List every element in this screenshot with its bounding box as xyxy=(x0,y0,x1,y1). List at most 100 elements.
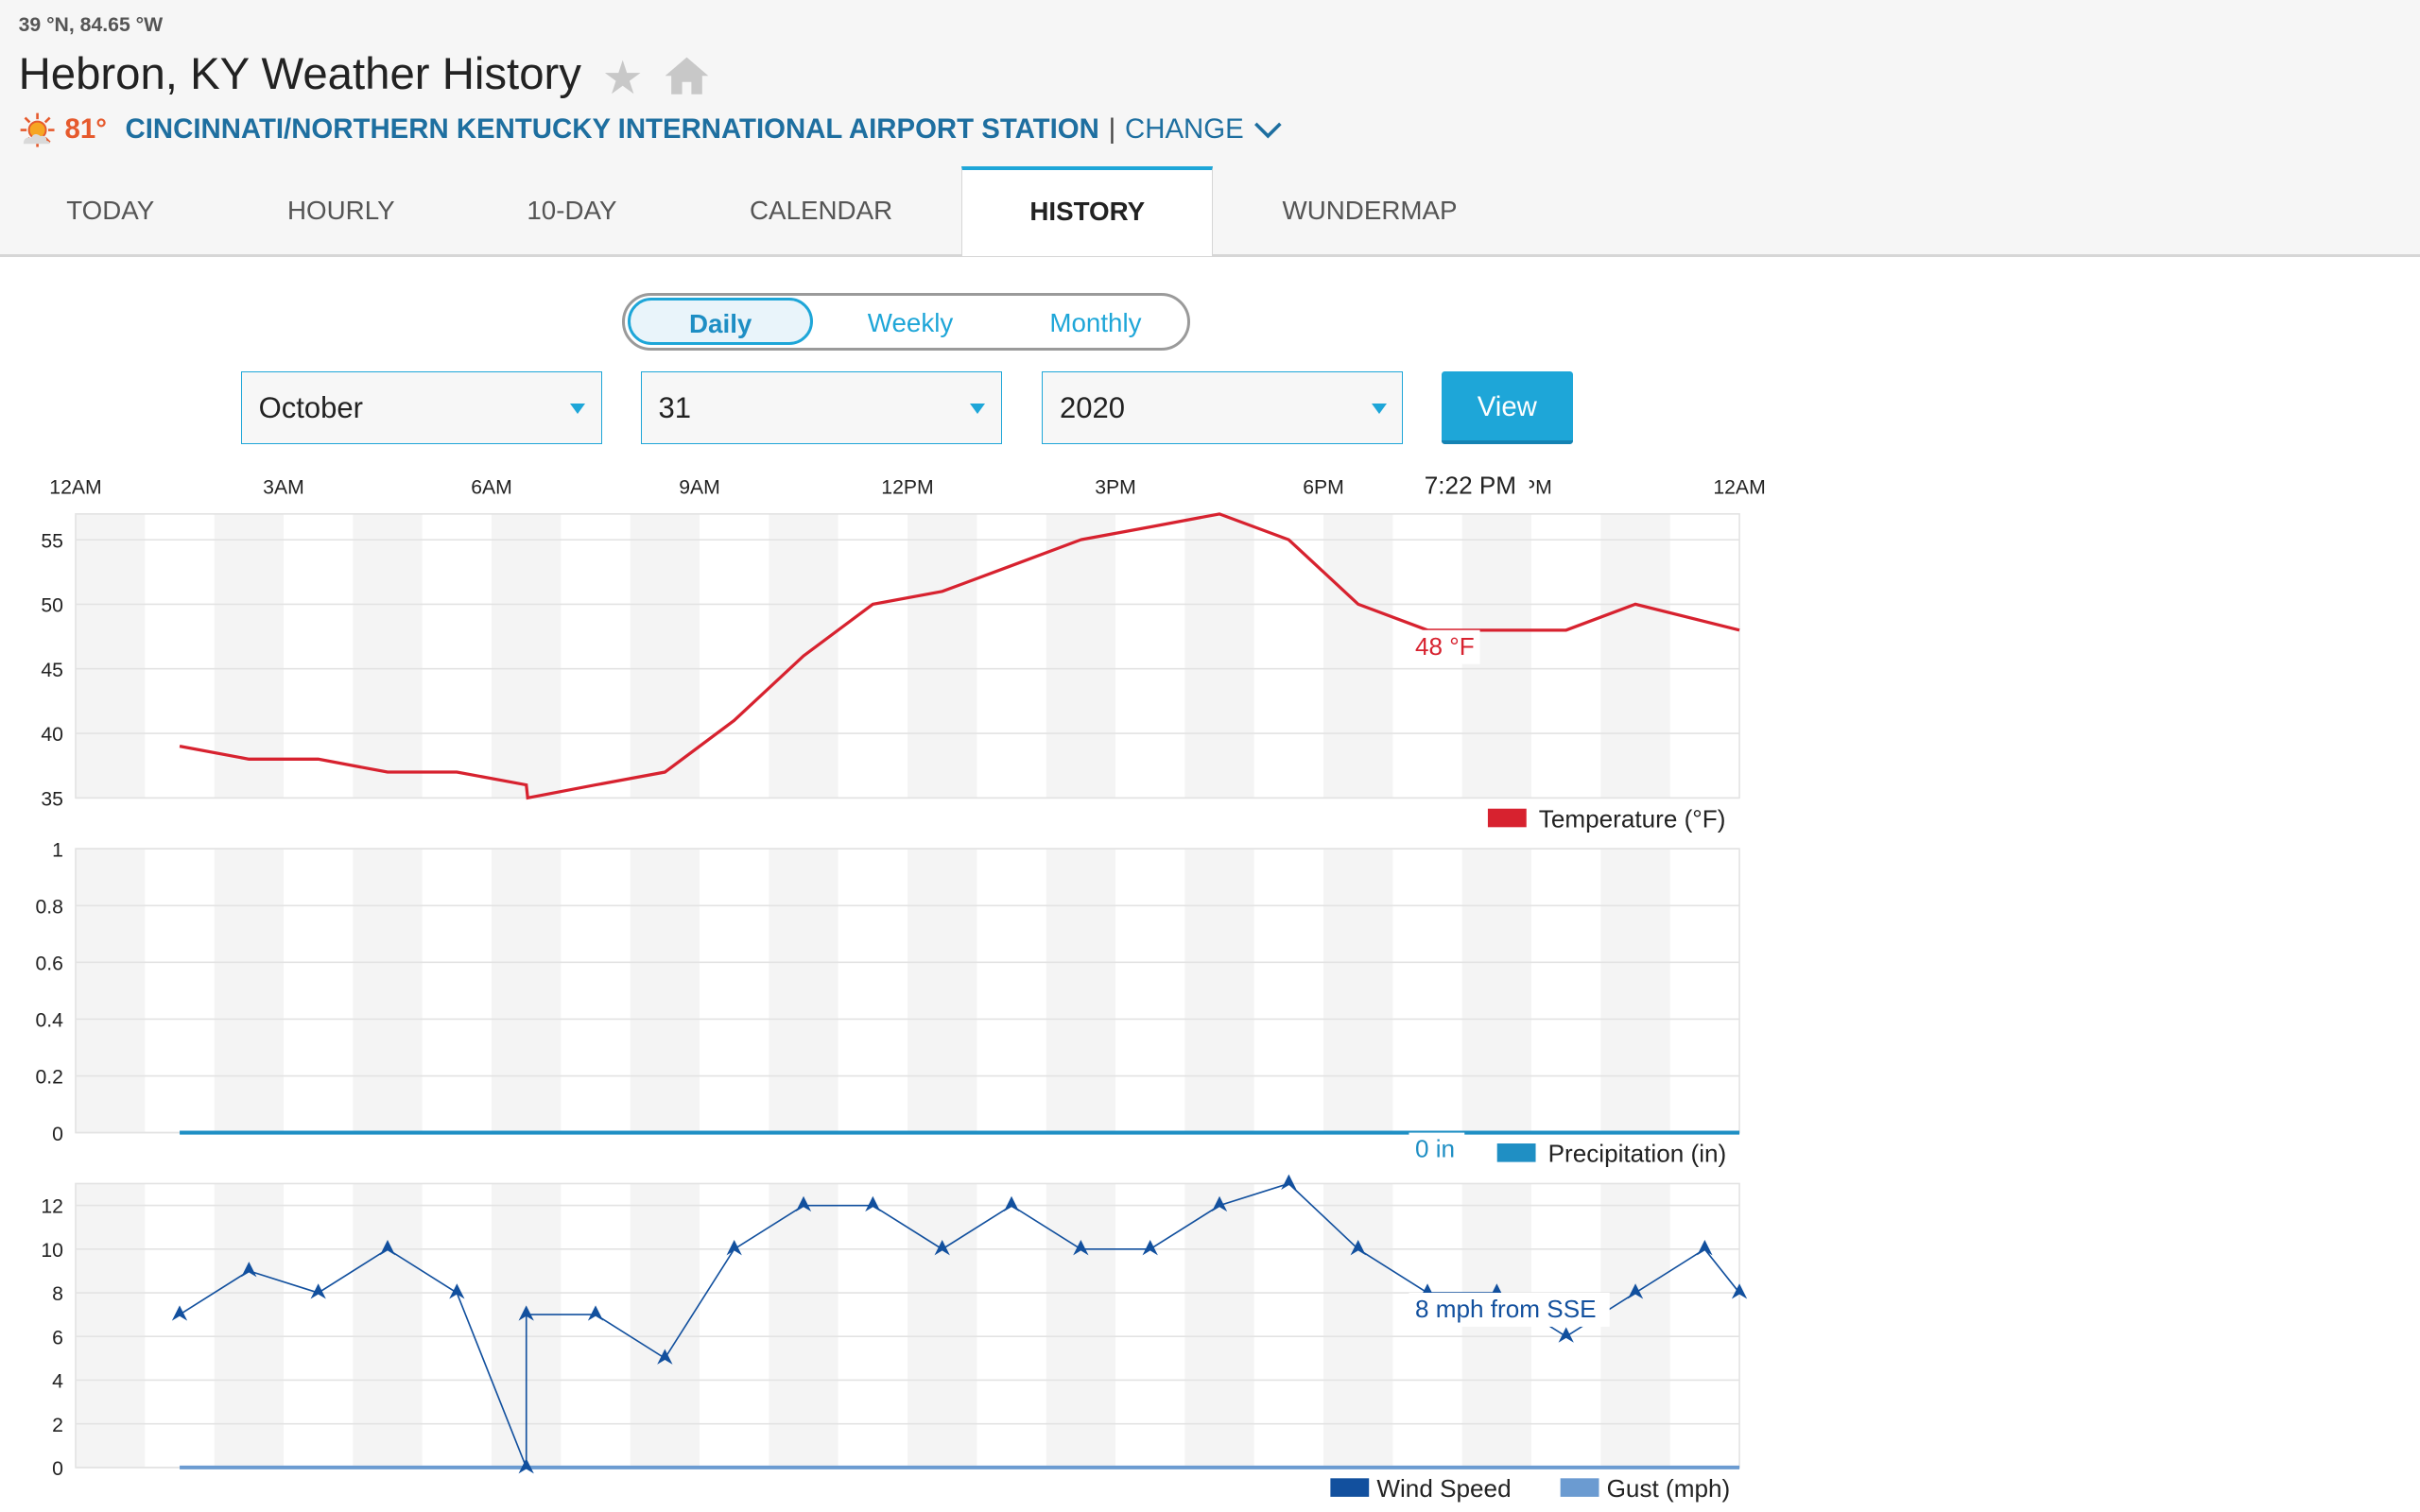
separator: | xyxy=(1108,113,1116,146)
hour-band xyxy=(214,848,285,1133)
x-tick-label: 6PM xyxy=(1303,476,1344,498)
legend-label: Temperature (°F) xyxy=(1539,804,1726,833)
y-tick-label: 4 xyxy=(52,1370,63,1392)
y-tick-label: 1 xyxy=(52,839,63,861)
dropdown-arrow-icon xyxy=(1371,404,1387,414)
x-tick-label: 9AM xyxy=(679,476,720,498)
period-toggle: Daily Weekly Monthly xyxy=(621,293,1190,351)
coordinates: 39 °N, 84.65 °W xyxy=(18,13,164,36)
year-value: 2020 xyxy=(1060,391,1126,425)
hour-band xyxy=(630,848,700,1133)
partly-sunny-icon xyxy=(20,112,55,147)
y-tick-label: 2 xyxy=(52,1415,63,1436)
y-tick-label: 0.8 xyxy=(35,896,63,918)
hour-band xyxy=(1184,1183,1254,1468)
y-tick-label: 35 xyxy=(41,788,63,810)
hour-band xyxy=(1600,513,1670,799)
tab-today[interactable]: TODAY xyxy=(0,166,220,252)
hour-band xyxy=(76,513,146,799)
hour-band xyxy=(1046,1183,1116,1468)
hour-band xyxy=(1323,848,1393,1133)
history-charts: 12AM 3AM 6AM 9AM 12PM 3PM 6PM 9PM 12AM7:22 PM 35… xyxy=(35,469,1766,1503)
change-station-link[interactable]: CHANGE xyxy=(1125,113,1244,146)
crosshair-time-label: 7:22 PM xyxy=(1425,471,1516,499)
hour-band xyxy=(492,513,562,799)
y-tick-label: 8 xyxy=(52,1283,63,1305)
temperature-chart: 35 40 45 50 55 48 °F Temperature (°F) xyxy=(41,511,1740,833)
tab-calendar[interactable]: CALENDAR xyxy=(683,166,960,252)
period-weekly[interactable]: Weekly xyxy=(825,296,995,347)
legend-label: Gust (mph) xyxy=(1607,1474,1731,1503)
tooltip-label: 0 in xyxy=(1415,1135,1455,1163)
tab-bar: TODAY HOURLY 10-DAY CALENDAR HISTORY WUN… xyxy=(0,166,2420,257)
page-title: Hebron, KY Weather History xyxy=(18,48,581,99)
wind-chart: 0 2 4 6 8 10 12 8 mph from SSE Wind Speed Gust (m… xyxy=(41,1174,1748,1503)
hour-band xyxy=(76,1183,146,1468)
year-select[interactable]: 2020 xyxy=(1042,371,1404,445)
chevron-down-icon[interactable] xyxy=(1253,119,1284,141)
precipitation-chart: 0 0.2 0.4 0.6 0.8 1 0 in Precipitation (in) xyxy=(35,839,1740,1167)
hour-band xyxy=(353,1183,423,1468)
x-tick-label: 6AM xyxy=(471,476,512,498)
hour-band xyxy=(908,513,977,799)
hour-band xyxy=(1600,848,1670,1133)
star-icon[interactable]: ★ xyxy=(602,55,644,102)
period-monthly[interactable]: Monthly xyxy=(1011,296,1181,347)
y-tick-label: 0.4 xyxy=(35,1009,63,1031)
legend-swatch xyxy=(1560,1478,1599,1497)
hour-band xyxy=(353,848,423,1133)
tab-wundermap[interactable]: WUNDERMAP xyxy=(1213,166,1526,252)
hour-band xyxy=(492,848,562,1133)
legend-swatch xyxy=(1487,808,1527,828)
period-daily[interactable]: Daily xyxy=(628,297,814,346)
tooltip-label: 48 °F xyxy=(1415,632,1475,661)
x-tick-label: 12AM xyxy=(49,476,101,498)
hour-band xyxy=(908,848,977,1133)
hour-band xyxy=(1046,848,1116,1133)
dropdown-arrow-icon xyxy=(570,404,586,414)
day-value: 31 xyxy=(658,391,692,425)
y-tick-label: 40 xyxy=(41,724,63,746)
station-name[interactable]: CINCINNATI/NORTHERN KENTUCKY INTERNATION… xyxy=(126,113,1099,146)
hour-band xyxy=(769,1183,838,1468)
y-tick-label: 50 xyxy=(41,594,63,616)
y-tick-label: 55 xyxy=(41,530,63,552)
view-button[interactable]: View xyxy=(1441,371,1573,445)
dropdown-arrow-icon xyxy=(970,404,986,414)
hour-band xyxy=(76,848,146,1133)
hour-band xyxy=(1461,848,1532,1133)
x-tick-label: 3AM xyxy=(263,476,304,498)
y-tick-label: 0 xyxy=(52,1458,63,1480)
current-temperature: 81° xyxy=(64,113,107,146)
y-tick-label: 45 xyxy=(41,660,63,681)
legend-swatch xyxy=(1330,1478,1370,1497)
station-row: 81° CINCINNATI/NORTHERN KENTUCKY INTERNA… xyxy=(19,112,1285,148)
tooltip-label: 8 mph from SSE xyxy=(1415,1295,1597,1323)
y-tick-label: 0.6 xyxy=(35,953,63,974)
hour-band xyxy=(630,1183,700,1468)
hour-band xyxy=(353,513,423,799)
y-tick-label: 12 xyxy=(41,1196,63,1218)
tab-history[interactable]: HISTORY xyxy=(961,166,1214,257)
hour-band xyxy=(908,1183,977,1468)
y-tick-label: 0.2 xyxy=(35,1066,63,1088)
month-value: October xyxy=(258,391,363,425)
tab-hourly[interactable]: HOURLY xyxy=(220,166,461,252)
x-tick-label: 3PM xyxy=(1095,476,1136,498)
tab-10-day[interactable]: 10-DAY xyxy=(461,166,682,252)
y-tick-label: 0 xyxy=(52,1124,63,1145)
month-select[interactable]: October xyxy=(240,371,602,445)
hour-band xyxy=(1046,513,1116,799)
y-tick-label: 6 xyxy=(52,1327,63,1349)
hour-band xyxy=(1323,513,1393,799)
day-select[interactable]: 31 xyxy=(640,371,1002,445)
hour-band xyxy=(1600,1183,1670,1468)
legend-label: Wind Speed xyxy=(1376,1474,1511,1503)
x-tick-label: 12PM xyxy=(881,476,933,498)
legend-label: Precipitation (in) xyxy=(1548,1139,1727,1167)
hour-band xyxy=(769,848,838,1133)
hour-band xyxy=(214,1183,285,1468)
page-header: 39 °N, 84.65 °W Hebron, KY Weather Histo… xyxy=(0,0,2420,258)
hour-band xyxy=(1184,513,1254,799)
home-icon[interactable] xyxy=(664,56,710,102)
